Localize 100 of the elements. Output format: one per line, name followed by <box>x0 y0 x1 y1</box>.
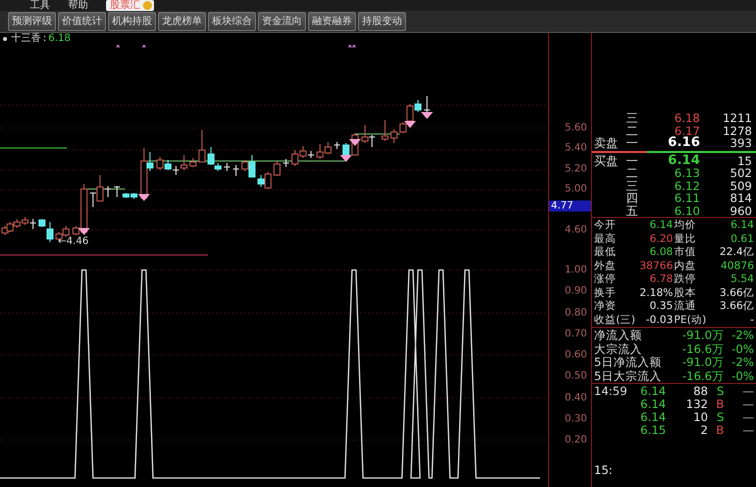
coin-icon <box>143 1 152 10</box>
flow-percent: -2% <box>730 356 754 370</box>
stat-value: 6.08 <box>648 246 673 260</box>
price-axis-label: 5.60 <box>564 122 587 134</box>
order-price: 6.18 <box>673 112 700 124</box>
stat-label: 换手 <box>594 286 617 300</box>
order-price: 6.12 <box>673 180 700 192</box>
stat-label: 净资 <box>594 300 617 314</box>
candle <box>190 158 196 168</box>
signal-axis-label: 0.80 <box>564 307 587 318</box>
stat-value: 3.66亿 <box>718 286 754 300</box>
signal-axis-label: 0.90 <box>564 286 587 297</box>
trade-volume: 2 <box>700 424 708 437</box>
candle <box>382 120 388 142</box>
order-volume: 1211 <box>722 112 752 124</box>
tab[interactable]: 价值统计 <box>58 12 106 31</box>
trade-side: B <box>715 398 724 411</box>
flow-label: 5日大宗流入 <box>594 370 662 383</box>
stat-label: 最低 <box>594 246 617 260</box>
signal-axis-label: 0.30 <box>564 413 587 424</box>
menu-item[interactable]: 工具 <box>30 0 50 11</box>
tab[interactable]: 预测评级 <box>8 12 56 31</box>
price-axis-label: 5.20 <box>564 163 587 174</box>
stat-value: 0.61 <box>730 232 754 246</box>
stat-value: 5.54 <box>730 273 754 286</box>
order-rank-label: 二 <box>626 167 639 180</box>
order-volume: 393 <box>729 137 752 150</box>
trade-price: 6.14 <box>639 385 666 398</box>
order-price: 6.11 <box>673 192 700 204</box>
order-price: 6.10 <box>673 204 700 217</box>
candle <box>274 160 280 176</box>
tab[interactable]: 龙虎榜单 <box>158 12 206 31</box>
stat-value: 40876 <box>720 260 754 273</box>
candle <box>198 130 206 162</box>
stat-label: 均价 <box>674 219 697 232</box>
tab[interactable]: 持股变动 <box>358 12 406 31</box>
order-price: 6.14 <box>666 154 700 167</box>
order-side-label: 卖盘 <box>594 137 619 150</box>
flow-amount: -91.0万 <box>681 356 724 370</box>
flow-percent: -0% <box>730 370 754 383</box>
stat-label: 涨停 <box>594 273 617 286</box>
order-volume: 509 <box>729 180 752 192</box>
trade-price: 6.14 <box>639 411 666 424</box>
promo-badge[interactable]: 股票汇 <box>106 0 154 11</box>
bullet-icon <box>3 37 7 41</box>
stat-label: PE(动) <box>674 314 708 327</box>
price-axis-label: 5.40 <box>564 142 587 154</box>
order-side-label: 买盘 <box>594 154 619 167</box>
order-rank-label: 四 <box>626 192 639 204</box>
candle <box>390 128 398 144</box>
flow-amount: -91.0万 <box>681 329 724 342</box>
order-rank-label: 三 <box>626 180 639 192</box>
order-price: 6.16 <box>666 137 700 150</box>
stat-label: 今开 <box>594 219 617 232</box>
order-rank-label: 三 <box>626 112 639 124</box>
trade-price: 6.15 <box>639 424 666 437</box>
stat-value: 6.20 <box>648 232 673 246</box>
trade-time: 14:59 <box>594 385 628 398</box>
signal-axis-label: 0.60 <box>564 350 587 360</box>
trade-dash-text: — <box>742 385 754 398</box>
order-volume: 15 <box>736 154 752 167</box>
trade-dash-text: — <box>742 424 754 437</box>
flow-label: 5日净流入额 <box>594 356 662 370</box>
signal-axis-label: 0.70 <box>564 328 587 340</box>
stat-value: 3.66亿 <box>718 300 754 314</box>
trade-dash-text: — <box>742 411 754 424</box>
stat-label: 量比 <box>674 232 697 246</box>
indicator-name: 十三香 <box>11 33 41 45</box>
trade-side: B <box>715 424 724 437</box>
tab[interactable]: 资金流向 <box>258 12 306 31</box>
tab[interactable]: 融资融券 <box>308 12 356 31</box>
stat-value: 6.14 <box>730 219 754 232</box>
stat-value: 2.18% <box>639 286 673 300</box>
signal-axis-label: 0.40 <box>564 392 587 403</box>
candle <box>224 162 230 172</box>
tab[interactable]: 板块综合 <box>208 12 256 31</box>
stat-label: 跌停 <box>674 273 697 286</box>
order-rank-label: 一 <box>626 137 639 150</box>
signal-axis-label: 0.50 <box>564 370 587 382</box>
stat-label: 股本 <box>674 286 697 300</box>
order-volume: 814 <box>729 192 752 204</box>
cross-marker-icon <box>142 45 146 48</box>
candle <box>232 164 240 176</box>
tab[interactable]: 机构持股 <box>108 12 156 31</box>
flow-label: 净流入额 <box>594 329 643 342</box>
order-rank-label: 一 <box>626 154 639 167</box>
trade-volume: 10 <box>692 411 708 424</box>
signal-axis-label: 1.00 <box>564 264 587 276</box>
stat-label: 最高 <box>594 232 617 246</box>
stat-value: -0.03 <box>644 314 673 327</box>
stat-value: 6.78 <box>648 273 673 286</box>
trade-side: S <box>716 411 724 424</box>
order-volume: 1278 <box>722 124 752 137</box>
cross-marker-icon <box>116 45 120 48</box>
flow-amount: -16.6万 <box>681 370 724 383</box>
price-axis-label: 4.60 <box>564 224 587 236</box>
menu-item[interactable]: 帮助 <box>68 0 88 11</box>
stat-label: 流通 <box>674 300 697 314</box>
trade-price: 6.14 <box>639 398 666 411</box>
stat-value: - <box>749 314 754 327</box>
